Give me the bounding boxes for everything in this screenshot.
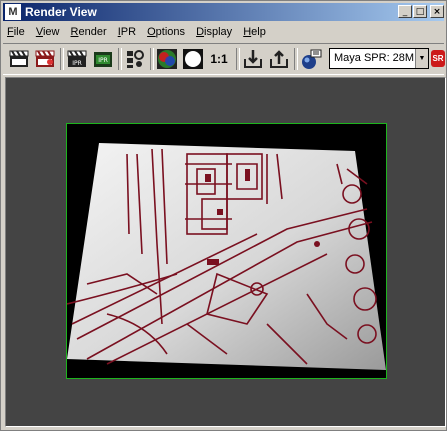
- rendered-image: [66, 143, 386, 370]
- renderer-dropdown-value: Maya SPR: 28MB: [334, 52, 418, 64]
- real-size-button[interactable]: 1:1: [207, 47, 231, 71]
- render-view-window: M Render View _ □ × File View Render IPR…: [0, 0, 447, 431]
- close-button[interactable]: ×: [430, 5, 444, 18]
- menu-view[interactable]: View: [32, 23, 64, 41]
- toolbar-separator: [118, 48, 122, 70]
- alpha-channel-icon[interactable]: [181, 47, 205, 71]
- render-settings-icon[interactable]: [123, 47, 147, 71]
- remove-image-icon[interactable]: [267, 47, 291, 71]
- menu-render[interactable]: Render: [67, 23, 111, 41]
- menu-file[interactable]: File: [3, 23, 29, 41]
- toolbar-separator: [60, 48, 64, 70]
- menu-ipr[interactable]: IPR: [114, 23, 140, 41]
- ipr-refresh-icon[interactable]: IPR: [91, 47, 115, 71]
- title-bar[interactable]: M Render View _ □ ×: [3, 3, 444, 21]
- minimize-button[interactable]: _: [398, 5, 412, 18]
- renderer-dropdown[interactable]: Maya SPR: 28MB ▼: [329, 48, 429, 69]
- render-globals-icon[interactable]: [299, 47, 323, 71]
- menu-display[interactable]: Display: [192, 23, 236, 41]
- ipr-render-icon[interactable]: IPR: [65, 47, 89, 71]
- rgb-channel-icon[interactable]: [155, 47, 179, 71]
- window-title: Render View: [25, 5, 97, 19]
- menu-options[interactable]: Options: [143, 23, 189, 41]
- toolbar-separator: [294, 48, 298, 70]
- menu-bar: File View Render IPR Options Display Hel…: [3, 23, 444, 41]
- svg-text:IPR: IPR: [98, 57, 108, 64]
- render-image-frame: [66, 123, 387, 379]
- render-viewport[interactable]: [5, 77, 446, 427]
- toolbar-separator: [236, 48, 240, 70]
- redo-render-clapper-icon[interactable]: [33, 47, 57, 71]
- menu-help[interactable]: Help: [239, 23, 270, 41]
- chevron-down-icon[interactable]: ▼: [415, 49, 428, 68]
- maya-app-icon[interactable]: M: [5, 4, 21, 20]
- render-badge-icon[interactable]: SR: [431, 50, 445, 67]
- render-clapper-icon[interactable]: [7, 47, 31, 71]
- toolbar: IPR IPR 1:1 Maya SPR: 28MB ▼ SR: [3, 43, 445, 75]
- svg-text:IPR: IPR: [72, 60, 82, 67]
- maximize-button[interactable]: □: [413, 5, 427, 18]
- keep-image-icon[interactable]: [241, 47, 265, 71]
- toolbar-separator: [150, 48, 154, 70]
